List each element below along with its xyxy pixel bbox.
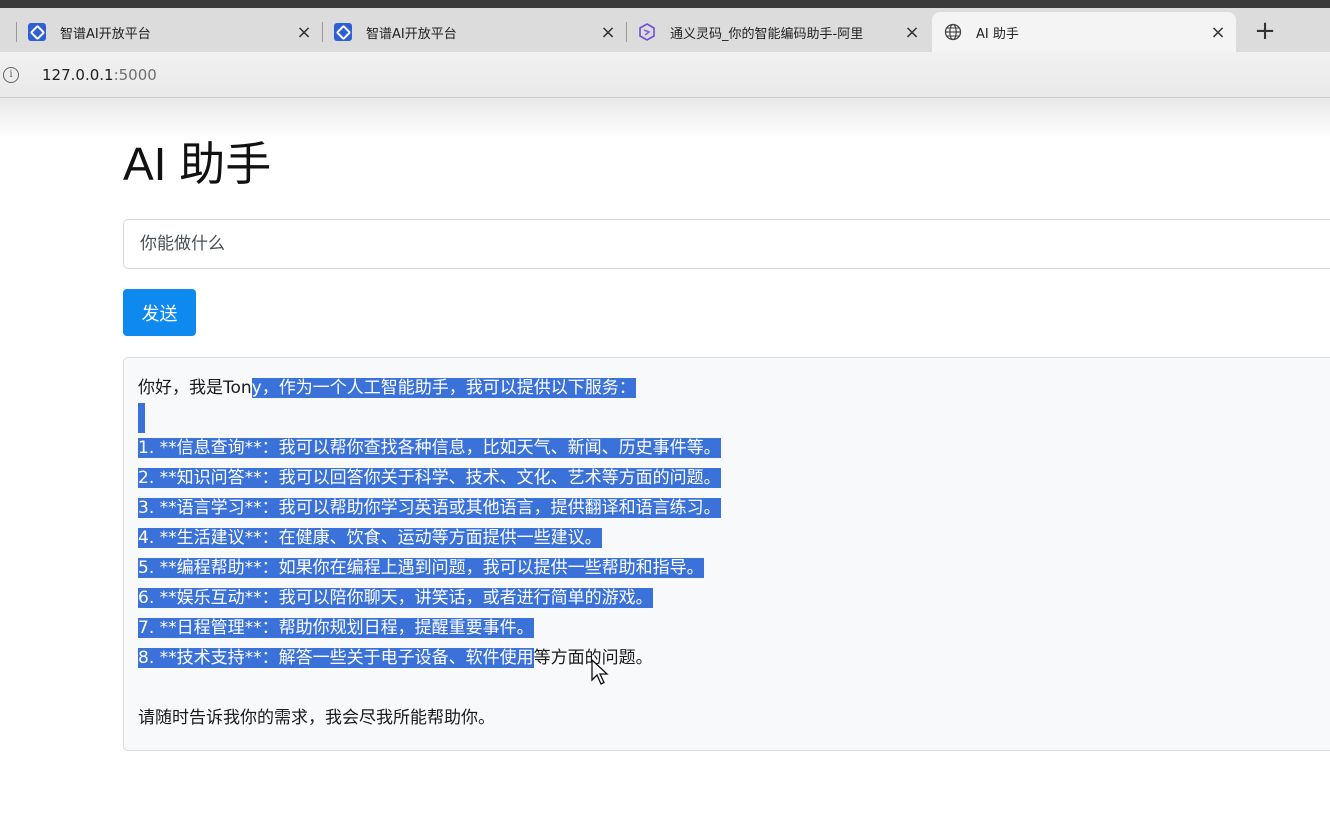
tongyi-icon (638, 23, 656, 41)
send-button[interactable]: 发送 (123, 289, 196, 336)
selected-text: 1. **信息查询**：我可以帮你查找各种信息，比如天气、新闻、历史事件等。 (138, 438, 721, 458)
prompt-input[interactable] (123, 219, 1330, 269)
tab-zhipu-2[interactable]: 智谱AI开放平台 × (322, 12, 626, 52)
list-item: 8. **技术支持**：解答一些关于电子设备、软件使用等方面的问题。 (138, 643, 1330, 673)
close-icon[interactable]: × (296, 22, 312, 43)
list-item: 4. **生活建议**：在健康、饮食、运动等方面提供一些建议。 (138, 523, 1330, 553)
selected-text: 4. **生活建议**：在健康、饮食、运动等方面提供一些建议。 (138, 528, 602, 548)
list-item: 7. **日程管理**：帮助你规划日程，提醒重要事件。 (138, 613, 1330, 643)
tab-separator (626, 22, 627, 42)
selected-text: 2. **知识问答**：我可以回答你关于科学、技术、文化、艺术等方面的问题。 (138, 468, 721, 488)
list-item: 3. **语言学习**：我可以帮助你学习英语或其他语言，提供翻译和语言练习。 (138, 493, 1330, 523)
address-bar[interactable]: i 127.0.0.1:5000 (0, 52, 1330, 98)
close-icon[interactable]: × (1210, 22, 1226, 43)
info-icon[interactable]: i (3, 67, 19, 83)
tab-ai-assistant[interactable]: AI 助手 × (932, 12, 1236, 52)
mouse-cursor-icon (591, 658, 609, 685)
tab-zhipu-1[interactable]: 智谱AI开放平台 × (16, 12, 322, 52)
globe-icon (944, 23, 962, 41)
greeting-text: 你好，我是Ton (138, 378, 252, 398)
tab-tongyi[interactable]: 通义灵码_你的智能编码助手-阿里 × (626, 12, 930, 52)
tab-title: 智谱AI开放平台 (60, 26, 151, 42)
blank-line (138, 403, 1330, 433)
tab-separator (16, 22, 17, 42)
url-port: :5000 (113, 66, 157, 84)
tab-separator (322, 22, 323, 42)
selected-text: 8. **技术支持**：解答一些关于电子设备、软件使用 (138, 648, 534, 668)
response-line: 你好，我是Tony，作为一个人工智能助手，我可以提供以下服务： (138, 373, 1330, 403)
selected-text: 5. **编程帮助**：如果你在编程上遇到问题，我可以提供一些帮助和指导。 (138, 558, 704, 578)
url-text[interactable]: 127.0.0.1:5000 (42, 66, 157, 84)
tab-title: AI 助手 (976, 26, 1019, 42)
selected-text (138, 403, 145, 433)
selected-text: 6. **娱乐互动**：我可以陪你聊天，讲笑话，或者进行简单的游戏。 (138, 588, 653, 608)
page-title: AI 助手 (123, 138, 272, 190)
zhipu-icon (28, 23, 46, 41)
new-tab-button[interactable]: + (1248, 14, 1282, 48)
closing-line: 请随时告诉我你的需求，我会尽我所能帮助你。 (138, 708, 495, 728)
tab-bar: 智谱AI开放平台 × 智谱AI开放平台 × 通义灵码_你的智能编码助手-阿里 × (0, 8, 1330, 52)
url-host: 127.0.0.1 (42, 66, 114, 84)
selected-text: 7. **日程管理**：帮助你规划日程，提醒重要事件。 (138, 618, 534, 638)
list-item: 2. **知识问答**：我可以回答你关于科学、技术、文化、艺术等方面的问题。 (138, 463, 1330, 493)
selected-text: 3. **语言学习**：我可以帮助你学习英语或其他语言，提供翻译和语言练习。 (138, 498, 721, 518)
list-item: 1. **信息查询**：我可以帮你查找各种信息，比如天气、新闻、历史事件等。 (138, 433, 1330, 463)
close-icon[interactable]: × (600, 22, 616, 43)
selected-text: y，作为一个人工智能助手，我可以提供以下服务： (251, 378, 636, 398)
tab-title: 智谱AI开放平台 (366, 26, 457, 42)
list-item: 6. **娱乐互动**：我可以陪你聊天，讲笑话，或者进行简单的游戏。 (138, 583, 1330, 613)
response-box[interactable]: 你好，我是Tony，作为一个人工智能助手，我可以提供以下服务： 1. **信息查… (123, 357, 1330, 751)
zhipu-icon (334, 23, 352, 41)
list-item: 5. **编程帮助**：如果你在编程上遇到问题，我可以提供一些帮助和指导。 (138, 553, 1330, 583)
tab-title: 通义灵码_你的智能编码助手-阿里 (670, 26, 864, 42)
close-icon[interactable]: × (904, 22, 920, 43)
window-top-strip (0, 0, 1330, 8)
